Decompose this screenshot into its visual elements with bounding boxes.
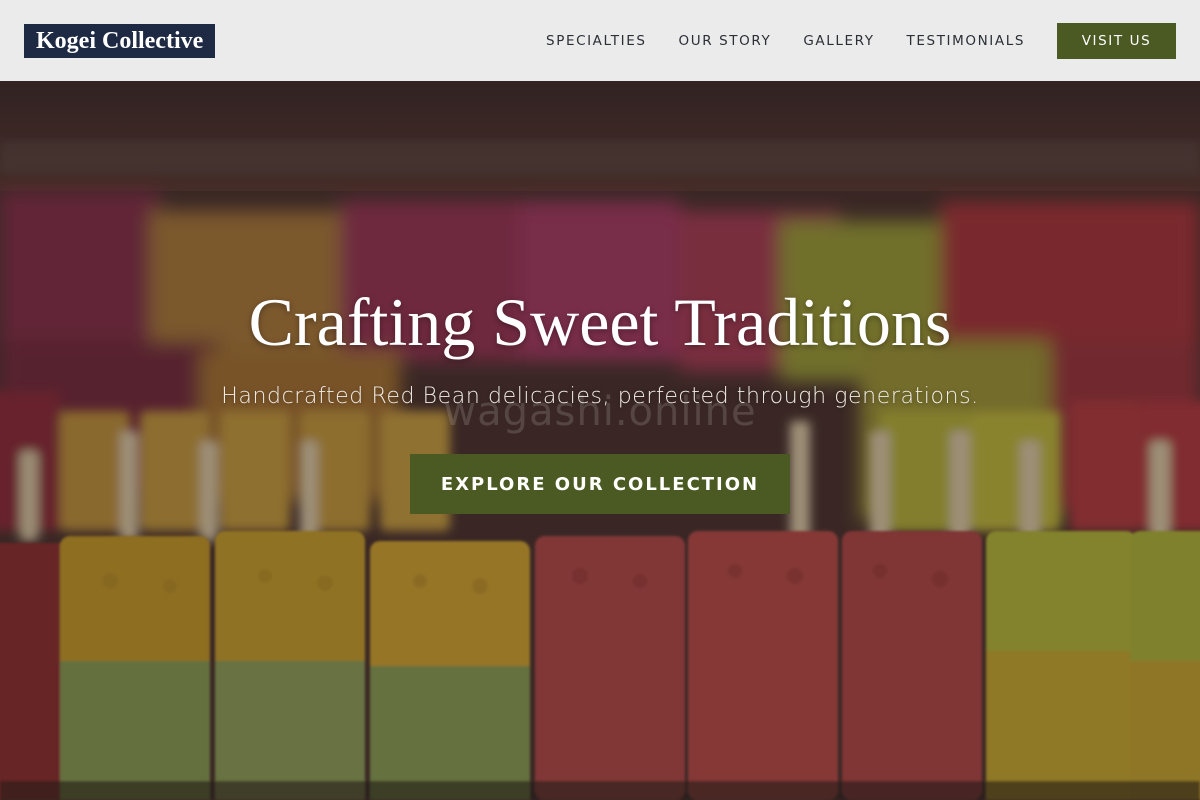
nav-links: SPECIALTIES OUR STORY GALLERY TESTIMONIA… [514, 22, 1176, 59]
hero-subtitle: Handcrafted Red Bean delicacies, perfect… [221, 384, 979, 409]
nav-link-gallery[interactable]: GALLERY [803, 33, 874, 49]
nav-link-our-story[interactable]: OUR STORY [679, 33, 772, 49]
hero-title: Crafting Sweet Traditions [248, 284, 952, 360]
visit-us-button[interactable]: VISIT US [1057, 22, 1176, 59]
nav-link-testimonials[interactable]: TESTIMONIALS [907, 33, 1025, 49]
navbar: Kogei Collective SPECIALTIES OUR STORY G… [0, 0, 1200, 81]
hero-section: wagashi.online Crafting Sweet Traditions… [0, 81, 1200, 800]
explore-collection-button[interactable]: EXPLORE OUR COLLECTION [410, 454, 790, 514]
nav-link-specialties[interactable]: SPECIALTIES [546, 33, 646, 49]
hero-content: wagashi.online Crafting Sweet Traditions… [0, 81, 1200, 800]
site-logo[interactable]: Kogei Collective [24, 23, 216, 58]
